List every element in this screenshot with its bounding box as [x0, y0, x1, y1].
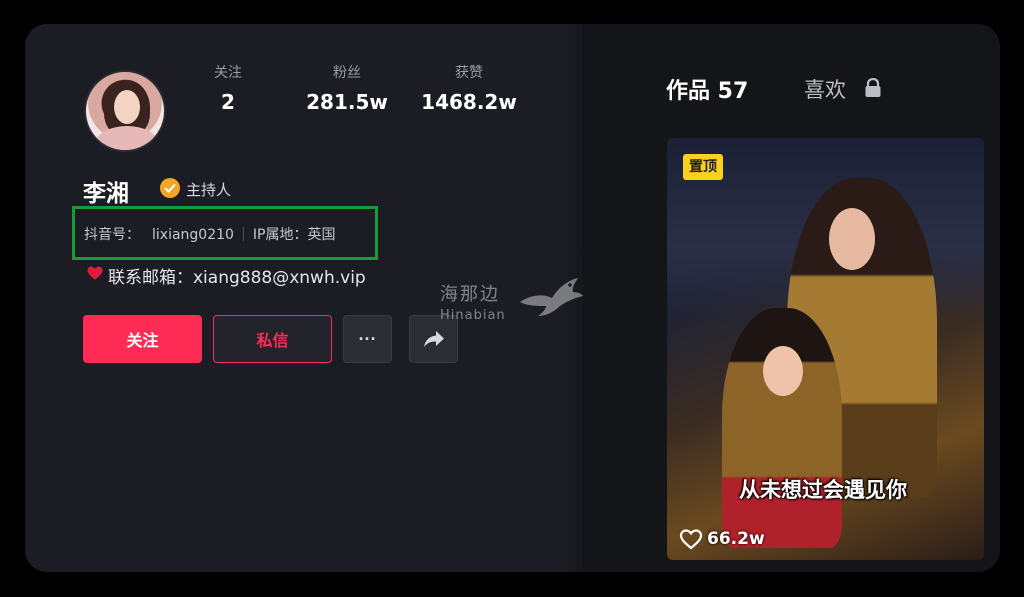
share-icon [423, 331, 444, 347]
more-button[interactable]: ··· [343, 315, 392, 363]
id-separator [242, 227, 244, 241]
ip-location-label: IP属地： [252, 227, 308, 243]
bird-logo-icon [520, 278, 583, 316]
stat-following-value: 2 [221, 90, 235, 114]
avatar[interactable] [84, 70, 166, 152]
tab-likes[interactable]: 喜欢 [804, 74, 846, 104]
profile-role: 主持人 [186, 181, 232, 199]
stat-likes-value: 1468.2w [421, 90, 517, 114]
verified-badge-icon [160, 178, 180, 198]
email-label: 联系邮箱： [108, 268, 193, 288]
stat-following[interactable]: 关注 2 [200, 62, 256, 114]
stat-following-label: 关注 [214, 65, 242, 81]
contact-email[interactable]: 联系邮箱：xiang888@xnwh.vip [108, 263, 366, 288]
stat-followers-label: 粉丝 [333, 65, 361, 81]
profile-name: 李湘 [83, 181, 129, 207]
message-button[interactable]: 私信 [213, 315, 332, 363]
profile-id-row: 抖音号： lixiang0210 IP属地：英国 [84, 224, 336, 244]
watermark-en: Hinabian [440, 308, 506, 323]
stat-likes-label: 获赞 [455, 65, 483, 81]
watermark: 海那边 Hinabian [440, 280, 506, 323]
video-figure-woman-face [829, 208, 875, 270]
watermark-cn: 海那边 [440, 284, 500, 305]
douyin-id-value: lixiang0210 [152, 227, 234, 243]
video-like-count: 66.2w [707, 529, 765, 549]
lock-icon [865, 78, 881, 97]
stat-followers[interactable]: 粉丝 281.5w [305, 62, 389, 114]
video-figure-girl-face [763, 346, 803, 396]
video-thumbnail[interactable]: 置顶 从未想过会遇见你 66.2w [667, 138, 984, 560]
ip-location-value: 英国 [307, 227, 336, 243]
tab-works[interactable]: 作品 57 [666, 73, 748, 105]
pinned-badge: 置顶 [683, 154, 723, 180]
video-caption: 从未想过会遇见你 [739, 478, 907, 502]
douyin-id-label: 抖音号： [84, 227, 140, 243]
stat-likes: 获赞 1468.2w [418, 62, 520, 114]
like-heart-icon [679, 529, 703, 550]
heart-icon [87, 266, 103, 280]
video-figure-girl [722, 308, 842, 548]
email-value: xiang888@xnwh.vip [193, 268, 366, 288]
stat-followers-value: 281.5w [306, 90, 388, 114]
follow-button[interactable]: 关注 [83, 315, 202, 363]
